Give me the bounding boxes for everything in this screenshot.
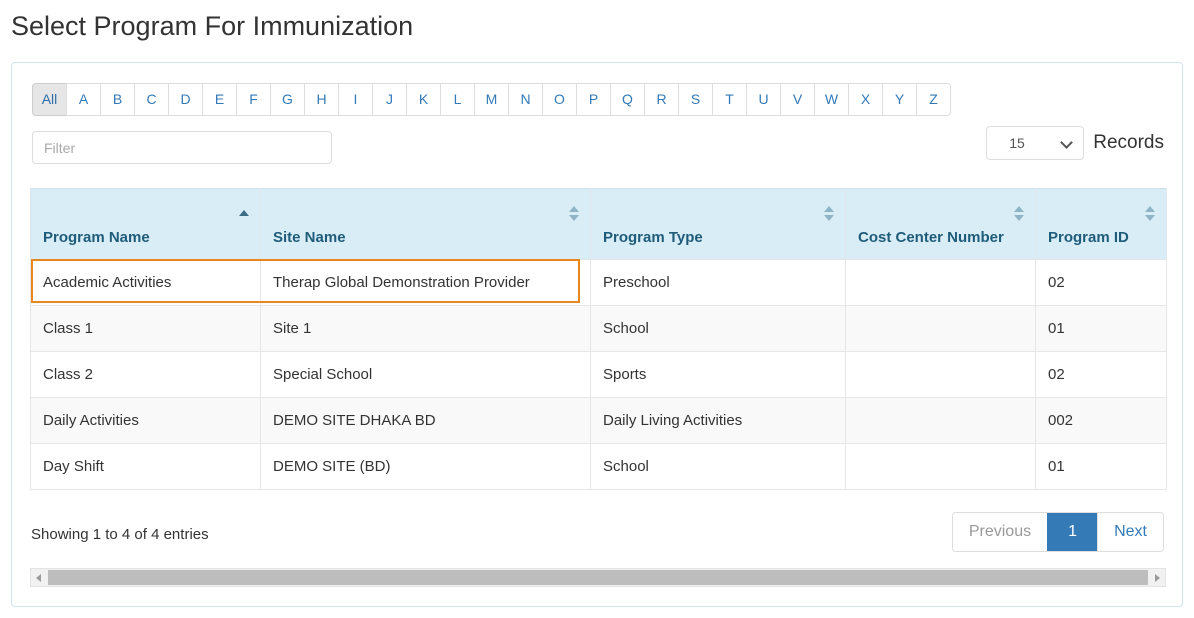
alpha-button-j[interactable]: J	[372, 83, 407, 116]
cell-cost-center-number	[845, 305, 1036, 352]
alpha-button-i[interactable]: I	[338, 83, 373, 116]
alpha-button-f[interactable]: F	[236, 83, 271, 116]
programs-table: Program Name Site Name Program Type Cost Ce…	[30, 188, 1167, 490]
records-select[interactable]: 15	[986, 126, 1085, 160]
cell-program-type: Sports	[590, 351, 846, 398]
alpha-button-y[interactable]: Y	[882, 83, 917, 116]
column-header-program-name[interactable]: Program Name	[30, 188, 261, 260]
cell-cost-center-number	[845, 351, 1036, 398]
alpha-button-t[interactable]: T	[712, 83, 747, 116]
alpha-button-d[interactable]: D	[168, 83, 203, 116]
cell-program-type: Daily Living Activities	[590, 397, 846, 444]
alpha-button-l[interactable]: L	[440, 83, 475, 116]
column-header-program-id[interactable]: Program ID	[1035, 188, 1167, 260]
sort-none-icon	[824, 206, 834, 222]
alpha-button-p[interactable]: P	[576, 83, 611, 116]
cell-program-name: Day Shift	[30, 443, 261, 490]
alpha-button-all[interactable]: All	[32, 83, 67, 116]
alpha-button-g[interactable]: G	[270, 83, 305, 116]
alpha-button-q[interactable]: Q	[610, 83, 645, 116]
table-row[interactable]: Academic Activities Therap Global Demonst…	[30, 259, 1167, 306]
cell-site-name: Therap Global Demonstration Provider	[260, 259, 591, 306]
cell-program-type: School	[590, 443, 846, 490]
alpha-button-b[interactable]: B	[100, 83, 135, 116]
caret-left-icon[interactable]	[31, 569, 48, 586]
alpha-button-h[interactable]: H	[304, 83, 339, 116]
column-header-site-name[interactable]: Site Name	[260, 188, 591, 260]
alphabet-filter: All A B C D E F G H I J K L M N O P Q R S T U V W X Y Z	[32, 83, 951, 116]
alpha-button-s[interactable]: S	[678, 83, 713, 116]
table-row[interactable]: Class 2 Special School Sports 02	[30, 351, 1167, 398]
table-row[interactable]: Day Shift DEMO SITE (BD) School 01	[30, 443, 1167, 490]
entries-info: Showing 1 to 4 of 4 entries	[31, 526, 209, 543]
alpha-button-v[interactable]: V	[780, 83, 815, 116]
alpha-button-m[interactable]: M	[474, 83, 509, 116]
cell-cost-center-number	[845, 397, 1036, 444]
column-header-cost-center-number[interactable]: Cost Center Number	[845, 188, 1036, 260]
table-header-row: Program Name Site Name Program Type Cost Ce…	[30, 188, 1167, 260]
pagination-previous[interactable]: Previous	[952, 513, 1048, 551]
cell-program-id: 02	[1035, 259, 1167, 306]
alpha-button-w[interactable]: W	[814, 83, 849, 116]
cell-program-name: Daily Activities	[30, 397, 261, 444]
pagination-next[interactable]: Next	[1097, 513, 1163, 551]
alpha-button-n[interactable]: N	[508, 83, 543, 116]
cell-cost-center-number	[845, 443, 1036, 490]
table-header: Program Name Site Name Program Type Cost Ce…	[30, 188, 1167, 260]
records-selected-value: 15	[1009, 135, 1025, 151]
alpha-button-x[interactable]: X	[848, 83, 883, 116]
column-header-label: Program Name	[43, 229, 150, 246]
column-header-label: Program Type	[603, 229, 703, 246]
column-header-label: Program ID	[1048, 229, 1129, 246]
sort-none-icon	[1014, 206, 1024, 222]
search-input[interactable]	[32, 131, 332, 164]
sort-none-icon	[1145, 206, 1155, 222]
alpha-button-z[interactable]: Z	[916, 83, 951, 116]
alpha-button-c[interactable]: C	[134, 83, 169, 116]
table-scroll-region: Program Name Site Name Program Type Cost Ce…	[30, 188, 1167, 490]
cell-program-id: 002	[1035, 397, 1167, 444]
pagination: Previous 1 Next	[951, 512, 1164, 552]
chevron-down-icon	[1060, 136, 1074, 149]
cell-program-type: School	[590, 305, 846, 352]
cell-program-id: 01	[1035, 305, 1167, 352]
alpha-button-u[interactable]: U	[746, 83, 781, 116]
cell-program-id: 02	[1035, 351, 1167, 398]
cell-program-name: Class 2	[30, 351, 261, 398]
cell-program-name: Class 1	[30, 305, 261, 352]
column-header-label: Cost Center Number	[858, 229, 1004, 246]
column-header-label: Site Name	[273, 229, 346, 246]
cell-site-name: Site 1	[260, 305, 591, 352]
sort-ascending-icon	[239, 210, 249, 226]
pagination-page-1[interactable]: 1	[1047, 513, 1098, 551]
caret-right-icon[interactable]	[1148, 569, 1165, 586]
program-selector-panel: AllABCDEFGHIJKLMNOPQRSTUVWXYZ 15 Records…	[11, 62, 1183, 607]
cell-cost-center-number	[845, 259, 1036, 306]
cell-site-name: Special School	[260, 351, 591, 398]
cell-program-id: 01	[1035, 443, 1167, 490]
sort-none-icon	[569, 206, 579, 222]
column-header-program-type[interactable]: Program Type	[590, 188, 846, 260]
alpha-button-e[interactable]: E	[202, 83, 237, 116]
cell-site-name: DEMO SITE (BD)	[260, 443, 591, 490]
cell-program-name: Academic Activities	[30, 259, 261, 306]
records-label: Records	[1093, 132, 1164, 153]
table-row[interactable]: Class 1 Site 1 School 01	[30, 305, 1167, 352]
table-row[interactable]: Daily Activities DEMO SITE DHAKA BD Daily …	[30, 397, 1167, 444]
scrollbar-thumb[interactable]	[48, 570, 1148, 585]
alpha-button-r[interactable]: R	[644, 83, 679, 116]
records-per-page: 15 Records	[986, 126, 1164, 160]
horizontal-scrollbar[interactable]	[30, 568, 1166, 587]
page-title: Select Program For Immunization	[11, 11, 414, 41]
alpha-button-o[interactable]: O	[542, 83, 577, 116]
table-body: Academic Activities Therap Global Demonst…	[30, 259, 1167, 490]
alpha-button-a[interactable]: A	[66, 83, 101, 116]
cell-program-type: Preschool	[590, 259, 846, 306]
cell-site-name: DEMO SITE DHAKA BD	[260, 397, 591, 444]
alpha-button-k[interactable]: K	[406, 83, 441, 116]
